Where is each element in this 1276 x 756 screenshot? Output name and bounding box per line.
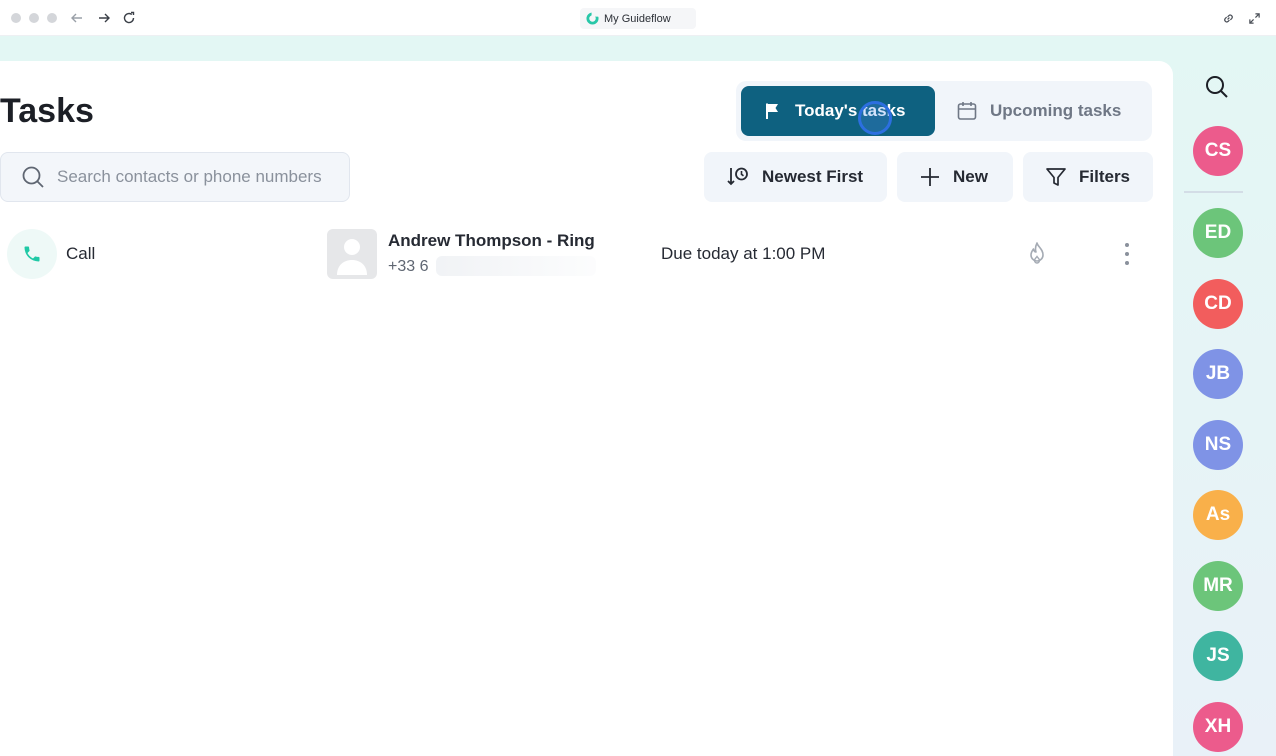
page-title: Tasks xyxy=(0,92,94,130)
tab-upcoming-tasks-label: Upcoming tasks xyxy=(990,101,1122,120)
contact-avatar-as[interactable]: As xyxy=(1193,490,1243,540)
sidebar-search-icon[interactable] xyxy=(1200,70,1234,104)
tab-upcoming-tasks[interactable]: Upcoming tasks xyxy=(944,86,1148,136)
person-placeholder-icon xyxy=(337,239,367,275)
forward-arrow-icon[interactable] xyxy=(95,9,113,27)
browser-chrome: My Guideflow xyxy=(0,0,1276,36)
contact-avatar-cd[interactable]: CD xyxy=(1193,279,1243,329)
browser-tab-title: My Guideflow xyxy=(604,12,671,25)
filter-icon xyxy=(1046,168,1066,186)
reload-icon[interactable] xyxy=(120,9,138,27)
contact-avatar-cs[interactable]: CS xyxy=(1193,126,1243,176)
link-icon[interactable] xyxy=(1220,10,1236,26)
flag-icon xyxy=(766,103,778,119)
new-button-label: New xyxy=(953,167,988,186)
phone-redaction xyxy=(436,256,596,276)
search-icon xyxy=(22,166,44,188)
contact-phone: +33 6 xyxy=(388,258,429,275)
contact-avatar-mr[interactable]: MR xyxy=(1193,561,1243,611)
sort-button-label: Newest First xyxy=(762,167,864,186)
contact-avatar xyxy=(327,229,377,279)
contact-name[interactable]: Andrew Thompson - Ring xyxy=(388,231,595,251)
call-type-badge xyxy=(7,229,57,279)
calendar-icon xyxy=(957,102,977,120)
sidebar-divider xyxy=(1184,191,1243,193)
contact-avatar-xh[interactable]: XH xyxy=(1193,702,1243,752)
tab-todays-tasks[interactable]: Today's tasks xyxy=(741,86,935,136)
expand-icon[interactable] xyxy=(1246,10,1262,26)
window-maximize-dot[interactable] xyxy=(47,13,57,23)
sort-button[interactable]: Newest First xyxy=(704,152,887,202)
search-box[interactable] xyxy=(0,152,350,202)
click-indicator xyxy=(858,101,892,135)
filters-button-label: Filters xyxy=(1079,167,1131,186)
browser-tab[interactable]: My Guideflow xyxy=(580,8,696,29)
contact-avatar-ns[interactable]: NS xyxy=(1193,420,1243,470)
contact-avatar-ed[interactable]: ED xyxy=(1193,208,1243,258)
more-options-icon[interactable] xyxy=(1116,241,1138,267)
task-due-date: Due today at 1:00 PM xyxy=(661,244,826,263)
search-input[interactable] xyxy=(57,167,337,187)
window-close-dot[interactable] xyxy=(11,13,21,23)
back-arrow-icon[interactable] xyxy=(68,9,86,27)
sort-clock-icon xyxy=(727,167,748,186)
plus-icon xyxy=(921,168,939,186)
window-minimize-dot[interactable] xyxy=(29,13,39,23)
task-row[interactable]: Call Andrew Thompson - Ring +33 6 Due to… xyxy=(0,220,1160,290)
task-type-label: Call xyxy=(66,244,96,263)
contact-avatar-js[interactable]: JS xyxy=(1193,631,1243,681)
priority-flame-icon[interactable] xyxy=(1024,241,1050,269)
guideflow-logo-icon xyxy=(586,12,599,25)
filters-button[interactable]: Filters xyxy=(1023,152,1153,202)
phone-icon xyxy=(24,246,40,262)
new-button[interactable]: New xyxy=(897,152,1013,202)
contact-avatar-jb[interactable]: JB xyxy=(1193,349,1243,399)
